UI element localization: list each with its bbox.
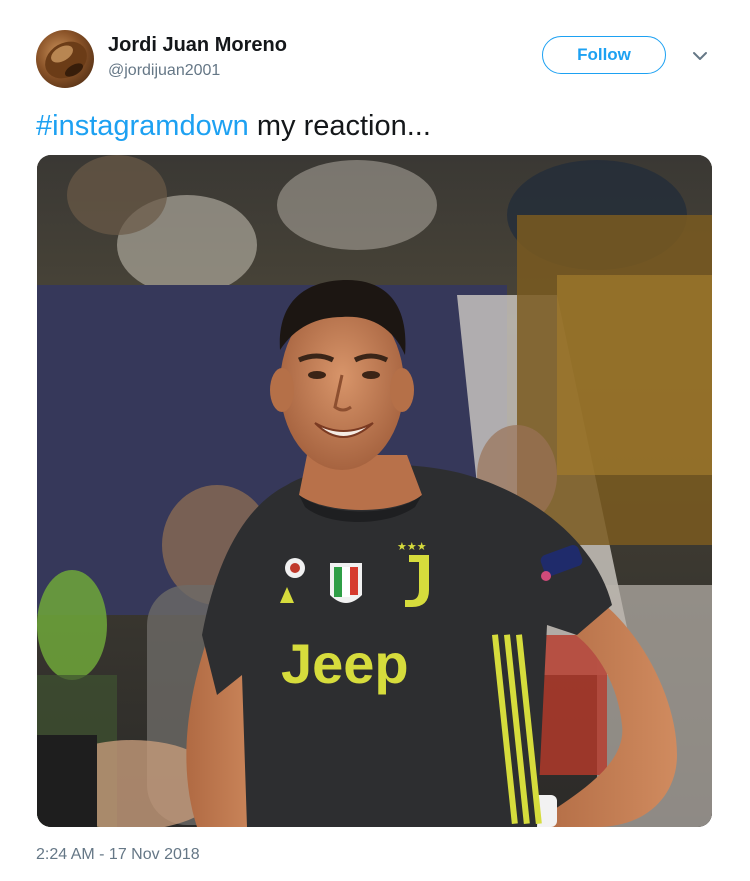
tweet-card: Jordi Juan Moreno @jordijuan2001 Follow … <box>0 0 750 881</box>
follow-button[interactable]: Follow <box>542 36 666 74</box>
hashtag-link[interactable]: #instagramdown <box>36 110 249 142</box>
tweet-timestamp[interactable]: 2:24 AM - 17 Nov 2018 <box>36 846 200 864</box>
avatar[interactable] <box>36 30 94 88</box>
author-handle[interactable]: @jordijuan2001 <box>108 62 220 80</box>
avatar-image <box>45 41 87 79</box>
tweet-text: #instagramdown my reaction... <box>36 106 431 146</box>
tweet-photo[interactable]: ★★★ Jeep <box>37 155 712 827</box>
svg-text:★★★: ★★★ <box>397 540 427 553</box>
chevron-down-icon[interactable] <box>690 48 710 64</box>
author-name[interactable]: Jordi Juan Moreno <box>108 34 287 57</box>
tweet-body: my reaction... <box>248 110 431 142</box>
photo-image: ★★★ Jeep <box>37 155 712 827</box>
jersey-sponsor-text: Jeep <box>281 632 409 695</box>
